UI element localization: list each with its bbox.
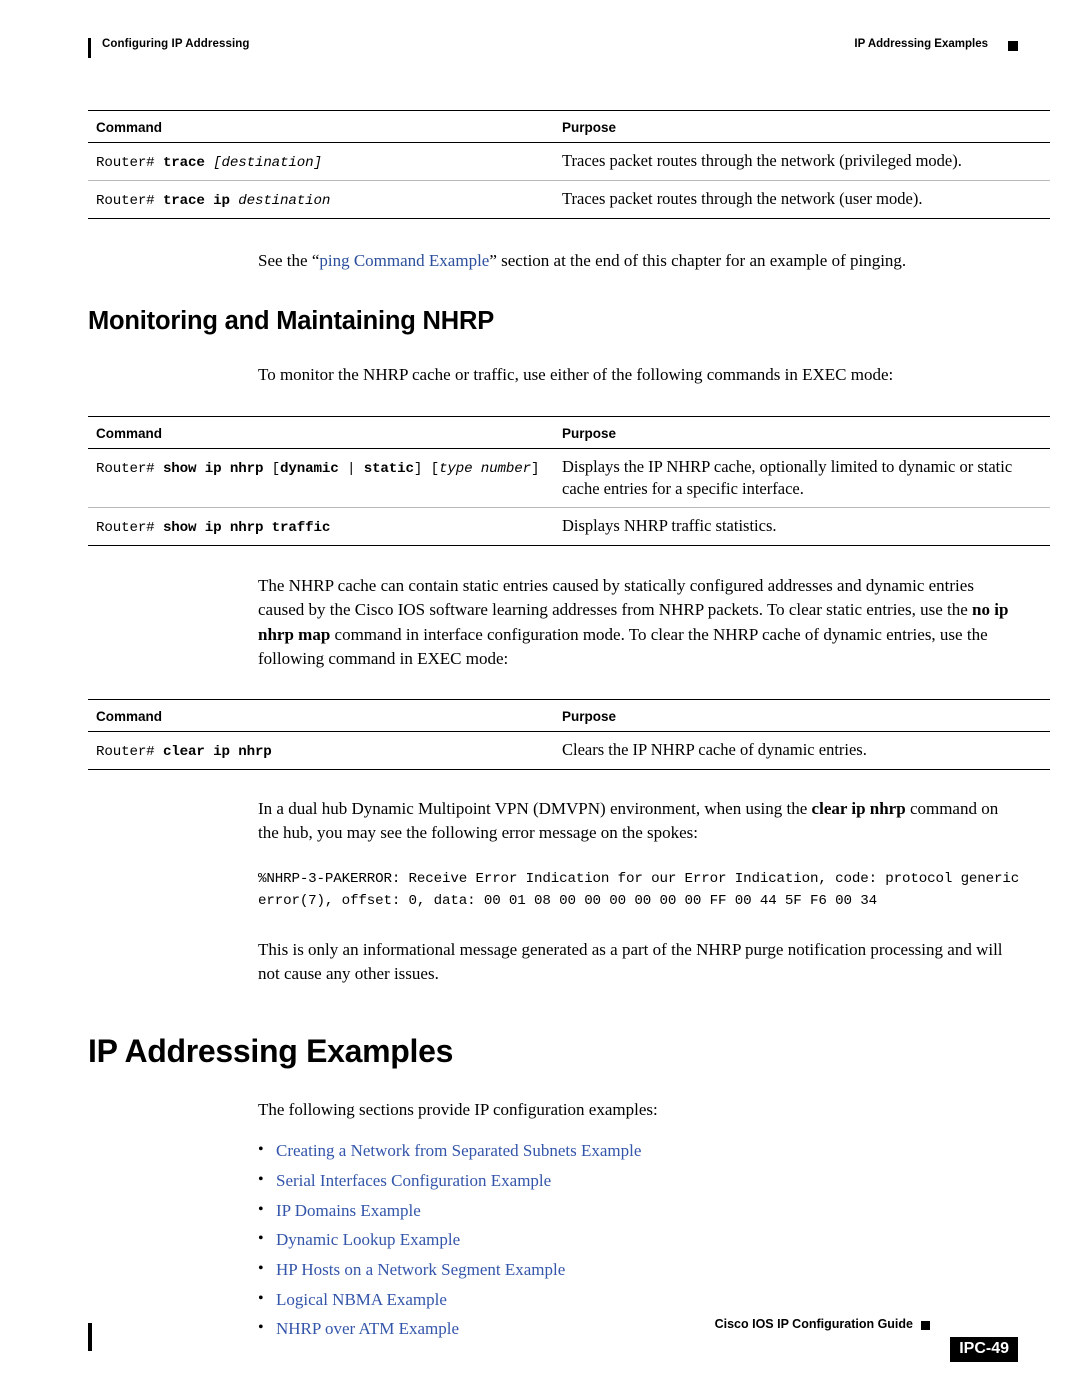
table-cell-purpose: Traces packet routes through the network… [554,142,1050,182]
table-header-row: Command Purpose [88,698,1050,732]
table-cell-purpose: Clears the IP NHRP cache of dynamic entr… [554,731,1050,770]
table-row: Router# show ip nhrp [dynamic | static] … [88,448,1050,509]
command-keyword: trace [162,155,205,171]
command-prompt: Router# [96,743,155,760]
command-syntax: [ [263,460,281,477]
link-ip-domains[interactable]: IP Domains Example [276,1201,421,1220]
code-block-error-message: %NHRP-3-PAKERROR: Receive Error Indicati… [258,871,1020,909]
command-syntax: | [338,460,364,477]
table-cell-command: Router# show ip nhrp traffic [88,507,554,547]
command-argument: type number [438,460,531,477]
table-cell-command: Router# show ip nhrp [dynamic | static] … [88,448,554,509]
column-header-purpose: Purpose [554,110,1050,143]
paragraph-following-sections: The following sections provide IP config… [258,1100,658,1120]
heading-monitoring-nhrp: Monitoring and Maintaining NHRP [88,307,495,336]
table-row: Router# clear ip nhrp Clears the IP NHRP… [88,731,1050,770]
page-footer: Cisco IOS IP Configuration Guide IPC-49 [88,1317,1018,1362]
column-header-purpose: Purpose [554,698,1050,732]
table-cell-command: Router# clear ip nhrp [88,731,554,770]
header-square-marker [1008,41,1018,51]
command-argument: [destination] [204,155,322,171]
paragraph-dmvpn: In a dual hub Dynamic Multipoint VPN (DM… [258,797,1018,845]
command-option-static: static [363,460,414,477]
command-prompt: Router# [96,155,155,171]
table-cell-purpose: Displays the IP NHRP cache, optionally l… [554,448,1050,509]
command-syntax: ] [531,460,540,477]
footer-page-number: IPC-49 [950,1337,1018,1362]
paragraph-nhrp-cache: The NHRP cache can contain static entrie… [258,574,1018,671]
footer-left-rule [88,1323,92,1351]
header-chapter-title: Configuring IP Addressing [102,38,250,50]
header-section-title: IP Addressing Examples [854,38,988,50]
page-header: Configuring IP Addressing IP Addressing … [88,36,1018,62]
command-option-dynamic: dynamic [280,460,339,477]
link-logical-nbma[interactable]: Logical NBMA Example [276,1290,447,1309]
column-header-command: Command [88,415,554,449]
heading-ip-addressing-examples: IP Addressing Examples [88,1033,454,1070]
list-item[interactable]: Creating a Network from Separated Subnet… [258,1141,1018,1161]
command-table-clear-nhrp: Command Purpose Router# clear ip nhrp Cl… [88,698,1050,770]
footer-square-marker [921,1321,930,1330]
command-inline-clear-ip-nhrp: clear ip nhrp [811,798,906,818]
command-prompt: Router# [96,520,155,537]
link-serial-interfaces-configuration[interactable]: Serial Interfaces Configuration Example [276,1171,551,1190]
table-row: Router# trace ip destination Traces pack… [88,180,1050,220]
paragraph-ping-reference: See the “ping Command Example” section a… [258,249,1018,273]
column-header-command: Command [88,110,554,143]
header-left-rule [88,38,91,58]
table-cell-command: Router# trace [destination] [88,142,554,182]
example-links-list: Creating a Network from Separated Subnet… [258,1141,1018,1339]
link-dynamic-lookup[interactable]: Dynamic Lookup Example [276,1230,460,1249]
text-segment: command in interface configuration mode.… [258,624,988,668]
command-table-trace: Command Purpose Router# trace [destinati… [88,110,1050,220]
link-creating-network-separated-subnets[interactable]: Creating a Network from Separated Subnet… [276,1141,641,1160]
command-prompt: Router# [96,193,155,210]
command-keyword: show ip nhrp [162,460,264,477]
table-row: Router# show ip nhrp traffic Displays NH… [88,507,1050,547]
column-header-command: Command [88,698,554,732]
command-keyword: show ip nhrp traffic [162,520,331,537]
footer-guide-title: Cisco IOS IP Configuration Guide [714,1317,913,1331]
command-prompt: Router# [96,460,155,477]
link-ping-command-example[interactable]: ping Command Example [319,251,489,270]
text-before-link: See the “ [258,251,320,271]
document-page: Configuring IP Addressing IP Addressing … [0,0,1080,1397]
text-segment: The NHRP cache can contain static entrie… [258,576,974,620]
paragraph-informational: This is only an informational message ge… [258,939,1003,983]
table-cell-purpose: Traces packet routes through the network… [554,180,1050,220]
command-table-show-nhrp: Command Purpose Router# show ip nhrp [dy… [88,415,1050,547]
paragraph-monitor-intro: To monitor the NHRP cache or traffic, us… [258,365,894,385]
list-item[interactable]: Serial Interfaces Configuration Example [258,1171,1018,1191]
list-item[interactable]: IP Domains Example [258,1201,1018,1221]
command-keyword: trace ip [162,193,230,210]
command-argument: destination [229,193,331,210]
text-after-link: ” section at the end of this chapter for… [489,251,907,271]
list-item[interactable]: HP Hosts on a Network Segment Example [258,1260,1018,1280]
command-syntax: ] [ [413,460,439,477]
column-header-purpose: Purpose [554,415,1050,449]
text-segment: In a dual hub Dynamic Multipoint VPN (DM… [258,798,812,818]
link-hp-hosts-network-segment[interactable]: HP Hosts on a Network Segment Example [276,1260,565,1279]
table-header-row: Command Purpose [88,415,1050,449]
list-item[interactable]: Dynamic Lookup Example [258,1230,1018,1250]
page-content: Command Purpose Router# trace [destinati… [88,110,1050,1350]
command-keyword: clear ip nhrp [162,743,272,760]
table-cell-command: Router# trace ip destination [88,180,554,220]
table-row: Router# trace [destination] Traces packe… [88,142,1050,182]
table-cell-purpose: Displays NHRP traffic statistics. [554,507,1050,547]
list-item[interactable]: Logical NBMA Example [258,1290,1018,1310]
table-header-row: Command Purpose [88,110,1050,143]
